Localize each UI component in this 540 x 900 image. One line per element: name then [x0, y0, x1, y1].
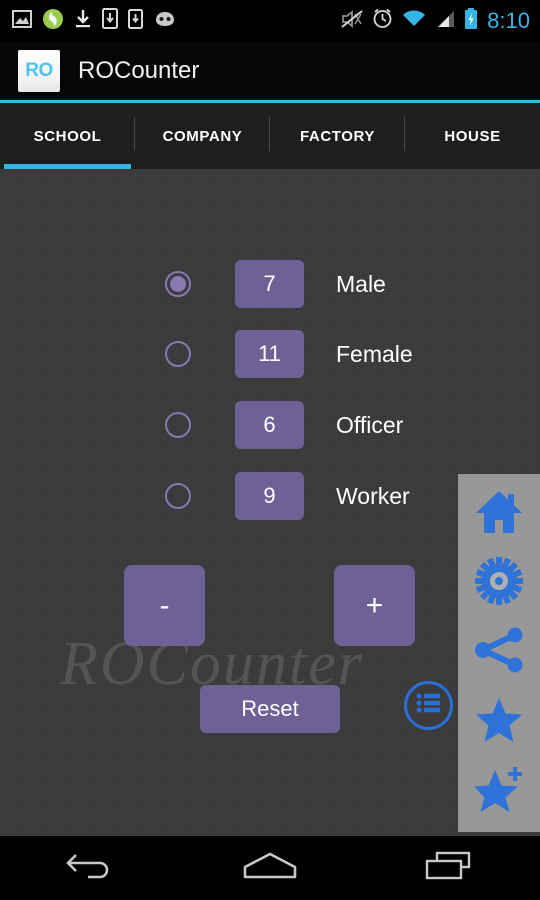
tab-factory[interactable]: FACTORY — [270, 103, 405, 169]
floating-side-panel — [458, 474, 540, 832]
label-worker: Worker — [336, 482, 410, 509]
tab-factory-label: FACTORY — [299, 127, 376, 145]
side-item-settings[interactable] — [468, 553, 530, 615]
share-icon — [474, 627, 524, 678]
star-plus-icon — [473, 765, 525, 818]
radio-dot — [170, 346, 186, 362]
home-icon — [474, 488, 524, 541]
tab-company[interactable]: COMPANY — [135, 103, 270, 169]
decrement-label: - — [159, 588, 170, 622]
status-bar-notification-icons — [0, 8, 177, 35]
nav-recents-button[interactable] — [405, 836, 495, 900]
radio-dot — [170, 276, 186, 292]
status-bar-system-icons: 8:10 — [341, 0, 530, 42]
value-box-female[interactable]: 11 — [235, 330, 304, 378]
reset-button[interactable]: Reset — [200, 685, 340, 733]
value-worker: 9 — [263, 483, 276, 508]
tab-house[interactable]: HOUSE — [405, 103, 540, 169]
screenshot-icon — [12, 9, 32, 33]
cell-signal-icon — [435, 10, 455, 33]
tab-school[interactable]: SCHOOL — [0, 103, 135, 169]
radio-female[interactable] — [165, 341, 191, 367]
counter-row-female: 11 Female — [0, 330, 460, 378]
tab-school-label: SCHOOL — [33, 127, 102, 145]
increment-label: + — [365, 588, 384, 622]
label-female: Female — [336, 340, 413, 367]
action-bar: RO ROCounter — [0, 42, 540, 100]
list-button[interactable] — [404, 681, 453, 730]
gear-icon — [475, 557, 523, 610]
android-head-icon — [153, 11, 177, 32]
counter-row-worker: 9 Worker — [0, 472, 460, 520]
wifi-icon — [402, 10, 426, 33]
radio-male[interactable] — [165, 271, 191, 297]
value-box-worker[interactable]: 9 — [235, 472, 304, 520]
value-female: 11 — [258, 341, 281, 366]
value-box-male[interactable]: 7 — [235, 260, 304, 308]
label-officer: Officer — [336, 411, 404, 438]
value-officer: 6 — [263, 412, 276, 437]
counter-row-officer: 6 Officer — [0, 401, 460, 449]
star-icon — [475, 697, 523, 748]
status-bar: 8:10 — [0, 0, 540, 42]
recents-icon — [425, 851, 475, 886]
sdcard-download-icon — [128, 8, 143, 34]
tab-bar: SCHOOL COMPANY FACTORY HOUSE — [0, 103, 540, 169]
tab-house-label: HOUSE — [444, 127, 501, 145]
side-item-add-favorite[interactable] — [468, 760, 530, 822]
counter-row-male: 7 Male — [0, 260, 460, 308]
side-item-share[interactable] — [468, 622, 530, 684]
decrement-button[interactable]: - — [124, 565, 205, 646]
radio-dot — [170, 417, 186, 433]
radio-dot — [170, 488, 186, 504]
reset-label: Reset — [241, 696, 299, 721]
radio-worker[interactable] — [165, 483, 191, 509]
value-male: 7 — [263, 271, 276, 296]
app-title: ROCounter — [78, 57, 200, 84]
battery-charging-icon — [464, 7, 478, 35]
download-icon — [74, 9, 92, 34]
list-icon — [415, 692, 443, 719]
home-icon — [243, 851, 297, 886]
back-icon — [66, 851, 114, 886]
increment-button[interactable]: + — [334, 565, 415, 646]
nav-home-button[interactable] — [225, 836, 315, 900]
label-male: Male — [336, 270, 386, 297]
system-navigation-bar — [0, 836, 540, 900]
android-screen: 8:10 RO ROCounter SCHOOL COMPANY FACTORY… — [0, 0, 540, 900]
nav-back-button[interactable] — [45, 836, 135, 900]
app-logo-text: RO — [25, 60, 53, 81]
tab-company-label: COMPANY — [162, 127, 243, 145]
download-to-device-icon — [102, 8, 118, 34]
radio-officer[interactable] — [165, 412, 191, 438]
alarm-icon — [372, 8, 393, 34]
mute-icon — [341, 9, 363, 34]
status-bar-clock: 8:10 — [487, 8, 530, 33]
app-logo: RO — [18, 50, 60, 92]
counter-panel: ROCounter 7 Male 11 Female 6 Officer 9 W… — [0, 169, 540, 836]
side-item-home[interactable] — [468, 484, 530, 546]
app-update-icon — [42, 8, 64, 35]
side-item-favorite[interactable] — [468, 691, 530, 753]
value-box-officer[interactable]: 6 — [235, 401, 304, 449]
